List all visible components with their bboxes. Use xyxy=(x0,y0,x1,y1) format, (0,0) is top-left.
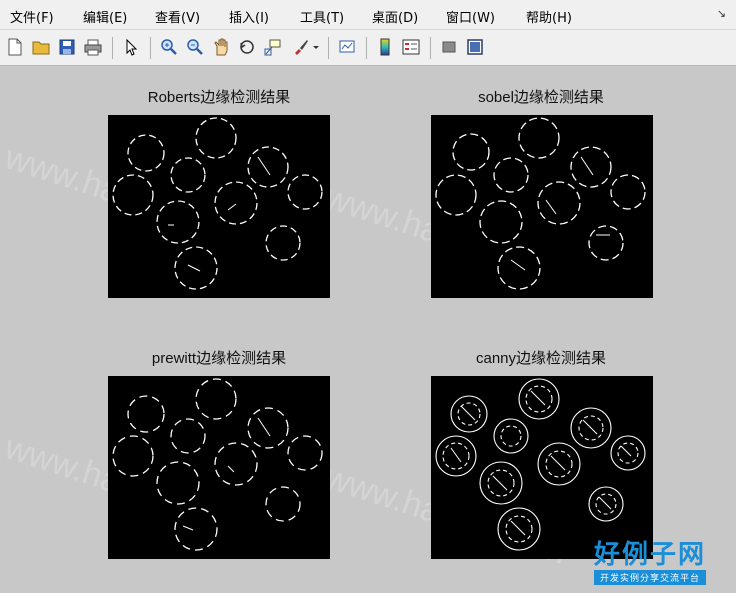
data-cursor-icon[interactable] xyxy=(262,36,284,58)
plot-title-roberts: Roberts边缘检测结果 xyxy=(147,89,291,106)
new-figure-icon[interactable] xyxy=(4,36,26,58)
menu-edit[interactable]: 编辑(E) xyxy=(83,7,127,26)
menu-file[interactable]: 文件(F) xyxy=(10,7,54,26)
logo-subtitle: 开发实例分享交流平台 xyxy=(593,570,706,585)
menu-desktop[interactable]: 桌面(D) xyxy=(372,7,418,26)
brush-icon[interactable] xyxy=(290,36,312,58)
edge-image-sobel xyxy=(435,117,646,290)
toolbar-separator xyxy=(366,37,367,59)
logo-title: 好例子网 xyxy=(593,540,706,570)
link-plot-icon[interactable] xyxy=(336,36,358,58)
plot-title-prewitt: prewitt边缘检测结果 xyxy=(151,350,287,367)
hide-plot-tools-icon[interactable] xyxy=(438,36,460,58)
edge-image-canny xyxy=(435,378,646,551)
axes-prewitt[interactable] xyxy=(108,376,330,559)
axes-canny[interactable] xyxy=(431,376,653,559)
zoom-in-icon[interactable] xyxy=(158,36,180,58)
pan-hand-icon[interactable] xyxy=(210,36,232,58)
open-file-icon[interactable] xyxy=(30,36,52,58)
menu-help[interactable]: 帮助(H) xyxy=(526,7,572,26)
pointer-icon[interactable] xyxy=(120,36,142,58)
colorbar-icon[interactable] xyxy=(374,36,396,58)
site-logo: 好例子网 开发实例分享交流平台 xyxy=(593,540,706,585)
menu-window[interactable]: 窗口(W) xyxy=(446,7,495,26)
figure-canvas: www.haolizi.com www.haolizi.com www.haol… xyxy=(0,66,736,593)
print-icon[interactable] xyxy=(82,36,104,58)
figure-toolbar xyxy=(0,30,736,66)
toolbar-separator xyxy=(150,37,151,59)
menu-overflow-icon[interactable]: ↘ xyxy=(717,7,726,20)
toolbar-separator xyxy=(328,37,329,59)
edge-image-roberts xyxy=(112,117,323,290)
menu-bar: 文件(F) 编辑(E) 查看(V) 插入(I) 工具(T) 桌面(D) 窗口(W… xyxy=(0,0,736,30)
toolbar-separator xyxy=(112,37,113,59)
toolbar-separator xyxy=(430,37,431,59)
legend-icon[interactable] xyxy=(400,36,422,58)
menu-view[interactable]: 查看(V) xyxy=(155,7,200,26)
show-plot-tools-icon[interactable] xyxy=(464,36,486,58)
menu-insert[interactable]: 插入(I) xyxy=(229,7,269,26)
menu-tools[interactable]: 工具(T) xyxy=(300,7,344,26)
plot-title-canny: canny边缘检测结果 xyxy=(475,350,607,367)
axes-sobel[interactable] xyxy=(431,115,653,298)
axes-roberts[interactable] xyxy=(108,115,330,298)
rotate-3d-icon[interactable] xyxy=(236,36,258,58)
save-icon[interactable] xyxy=(56,36,78,58)
edge-image-prewitt xyxy=(112,378,323,551)
plot-title-sobel: sobel边缘检测结果 xyxy=(478,89,604,106)
zoom-out-icon[interactable] xyxy=(184,36,206,58)
brush-dropdown-icon[interactable] xyxy=(310,36,322,58)
